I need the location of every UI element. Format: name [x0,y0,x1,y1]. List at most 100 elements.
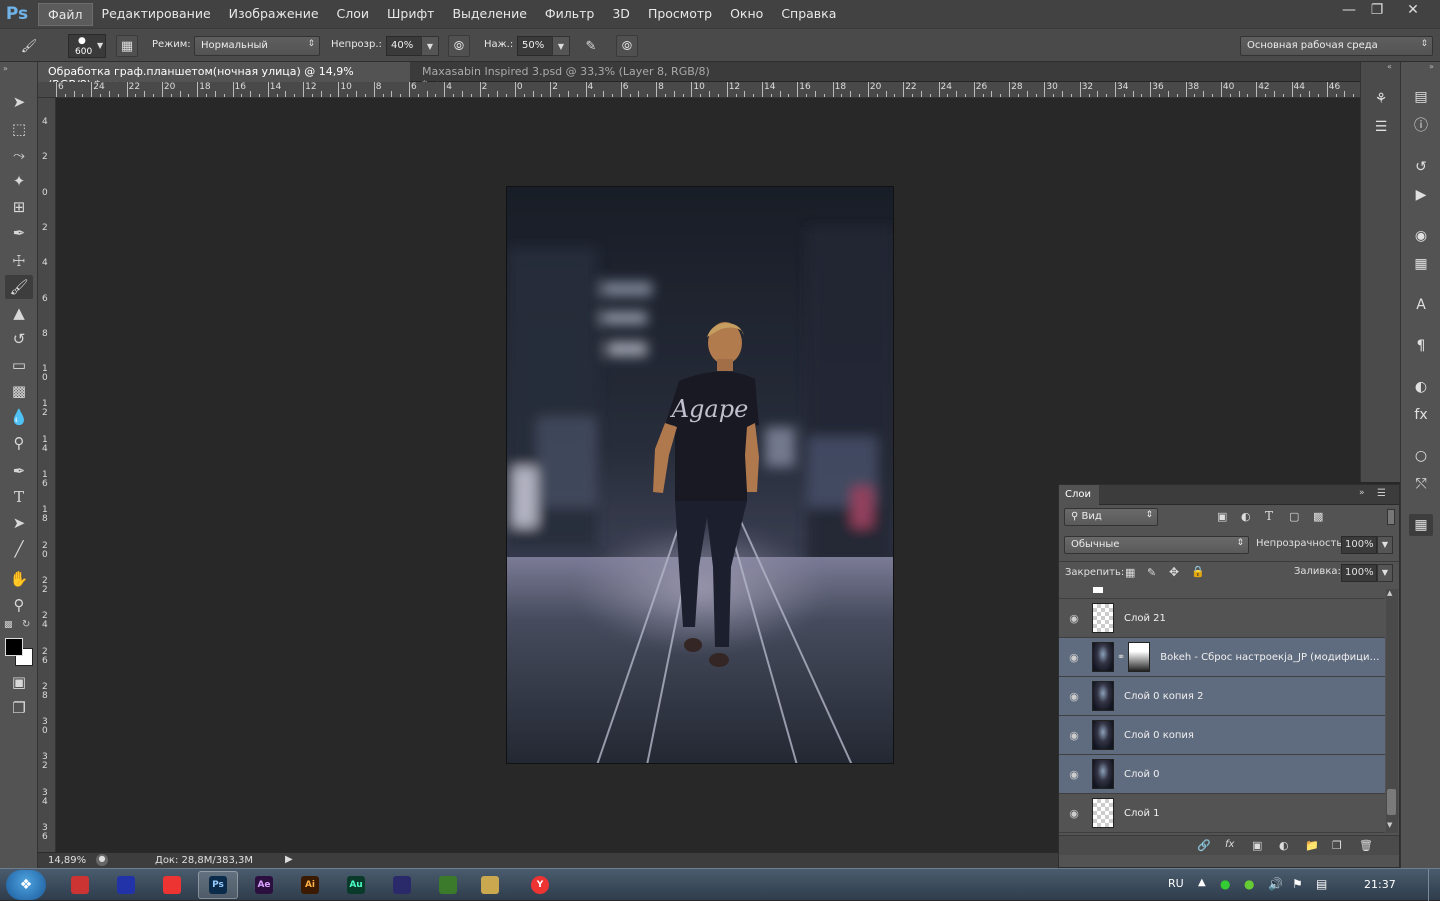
history-icon[interactable]: ↺ [1409,156,1433,178]
fill-input[interactable]: 100% [1341,564,1377,582]
taskbar-app-button[interactable] [106,871,146,899]
move-tool-icon[interactable]: ➤ [5,90,33,114]
brush-panel-icon[interactable]: ▦ [116,35,138,57]
zoom-tool-icon[interactable]: ⚲ [5,593,33,617]
lock-position-icon[interactable]: ✥ [1169,565,1179,579]
taskbar-app-button[interactable]: Ai [290,871,330,899]
marquee-tool-icon[interactable]: ⬚ [5,117,33,141]
collapse-panel-icon[interactable]: » [1359,488,1365,498]
lock-all-icon[interactable]: 🔒 [1191,565,1205,578]
brush-tool-preset-icon[interactable]: 🖌 [18,35,40,57]
menu-item[interactable]: Изображение [220,3,328,26]
opacity-dropdown-icon[interactable]: ▼ [421,36,439,56]
menu-item[interactable]: Фильтр [536,3,603,26]
paragraph-icon[interactable]: ¶ [1409,335,1433,357]
layer-opacity-input[interactable]: 100% [1341,536,1377,554]
flow-input[interactable]: 50% [517,36,553,56]
menu-item[interactable]: Шрифт [378,3,443,26]
volume-icon[interactable]: 🔊 [1268,877,1283,891]
filter-type-icon[interactable]: T [1265,509,1273,523]
menu-item[interactable]: Слои [328,3,379,26]
filter-adjustment-icon[interactable]: ◐ [1241,510,1251,523]
taskbar-app-button[interactable]: Y [520,871,560,899]
visibility-eye-icon[interactable]: ◉ [1059,768,1089,781]
layers-tab[interactable]: Слои [1059,485,1099,505]
eraser-tool-icon[interactable]: ▭ [5,353,33,377]
styles-icon[interactable]: fx [1409,404,1433,426]
tray-expand-icon[interactable]: ▲ [1198,877,1206,888]
healing-brush-tool-icon[interactable]: ☩ [5,249,33,273]
tray-app-2-icon[interactable]: ● [1244,877,1254,891]
collapse-toolbar-icon[interactable]: » [3,64,8,73]
layers-icon[interactable]: ▦ [1409,514,1433,536]
close-icon[interactable]: ✕ [1398,0,1428,20]
layer-row[interactable]: ◉ ⚭ Bokeh - Сброс настроекja_JP (модифицир… [1059,638,1385,677]
tab-document-2[interactable]: Maxasabin Inspired 3.psd @ 33,3% (Layer … [412,62,722,91]
pressure-size-icon[interactable]: ⦾ [616,35,638,57]
mode-select[interactable]: Нормальный [194,36,320,56]
visibility-eye-icon[interactable]: ◉ [1059,690,1089,703]
taskbar-app-button[interactable] [60,871,100,899]
opacity-input[interactable]: 40% [386,36,422,56]
screen-mode-icon[interactable]: ❐ [5,696,33,720]
menu-item[interactable]: Редактирование [93,3,220,26]
add-mask-icon[interactable]: ▣ [1252,839,1262,852]
layer-row[interactable]: ◉ Слой 0 копия [1059,716,1385,755]
airbrush-icon[interactable]: ✎ [580,35,602,57]
character-icon[interactable]: A [1409,294,1433,316]
layer-filter-select[interactable]: ⚲ Вид [1064,508,1158,526]
mask-link-icon[interactable]: ⚭ [1117,652,1125,663]
workspace-select[interactable]: Основная рабочая среда [1240,36,1433,56]
navigator-icon[interactable]: ▤ [1409,86,1433,108]
taskbar-app-button[interactable]: Ps [198,871,238,899]
taskbar-app-button[interactable]: Au [336,871,376,899]
show-desktop-button[interactable] [1428,869,1440,901]
layer-opacity-dropdown-icon[interactable]: ▼ [1377,536,1393,554]
brush-presets-icon[interactable]: ⚘ [1369,88,1393,110]
filter-shape-icon[interactable]: ▢ [1289,510,1299,523]
new-group-icon[interactable]: 📁 [1305,839,1319,852]
visibility-eye-icon[interactable]: ◉ [1059,729,1089,742]
actions-icon[interactable]: ▶ [1409,184,1433,206]
taskbar-app-button[interactable] [428,871,468,899]
collapse-dock-icon[interactable]: « [1387,62,1392,71]
lock-pixels-icon[interactable]: ✎ [1147,566,1156,579]
blur-tool-icon[interactable]: 💧 [5,405,33,429]
adjustments-icon[interactable]: ◐ [1409,376,1433,398]
flow-dropdown-icon[interactable]: ▼ [552,36,570,56]
quick-mask-icon[interactable]: ▣ [5,670,33,694]
filter-toggle[interactable] [1387,509,1395,525]
menu-item[interactable]: Окно [721,3,772,26]
eyedropper-tool-icon[interactable]: ✒ [5,221,33,245]
visibility-eye-icon[interactable]: ◉ [1059,807,1089,820]
taskbar-app-button[interactable] [152,871,192,899]
layer-style-icon[interactable]: fx [1225,839,1234,850]
lasso-tool-icon[interactable]: ⤳ [5,143,33,167]
expand-dock-icon[interactable]: » [1429,62,1434,71]
paths-icon[interactable]: ⤲ [1409,473,1433,495]
language-indicator[interactable]: RU [1168,877,1184,890]
link-layers-icon[interactable]: 🔗 [1197,839,1211,852]
document-info-icon[interactable]: ● [96,854,108,866]
visibility-eye-icon[interactable]: ◉ [1059,612,1089,625]
status-menu-arrow-icon[interactable]: ▶ [285,854,293,865]
layer-scrollbar[interactable]: ▲ ▼ [1386,589,1398,833]
pen-tool-icon[interactable]: ✒ [5,459,33,483]
visibility-eye-icon[interactable]: ◉ [1059,651,1089,664]
color-icon[interactable]: ◉ [1409,225,1433,247]
path-selection-tool-icon[interactable]: ➤ [5,511,33,535]
line-tool-icon[interactable]: ╱ [5,537,33,561]
swap-colors-icon[interactable]: ↻ [22,619,30,630]
channels-icon[interactable]: ○ [1409,445,1433,467]
foreground-color-swatch[interactable] [5,638,23,656]
layer-row[interactable]: ◉ Слой 0 копия 2 [1059,677,1385,716]
action-center-icon[interactable]: ⚑ [1292,877,1303,891]
dodge-tool-icon[interactable]: ⚲ [5,431,33,455]
brush-tool-icon[interactable]: 🖌 [5,275,33,299]
taskbar-app-button[interactable] [470,871,510,899]
taskbar-app-button[interactable]: Ae [244,871,284,899]
brush-size-picker[interactable]: ● 600 ▼ [68,34,106,58]
minimize-icon[interactable]: — [1334,0,1364,20]
new-layer-icon[interactable]: ❐ [1332,839,1342,852]
panel-menu-icon[interactable]: ☰ [1377,488,1386,499]
